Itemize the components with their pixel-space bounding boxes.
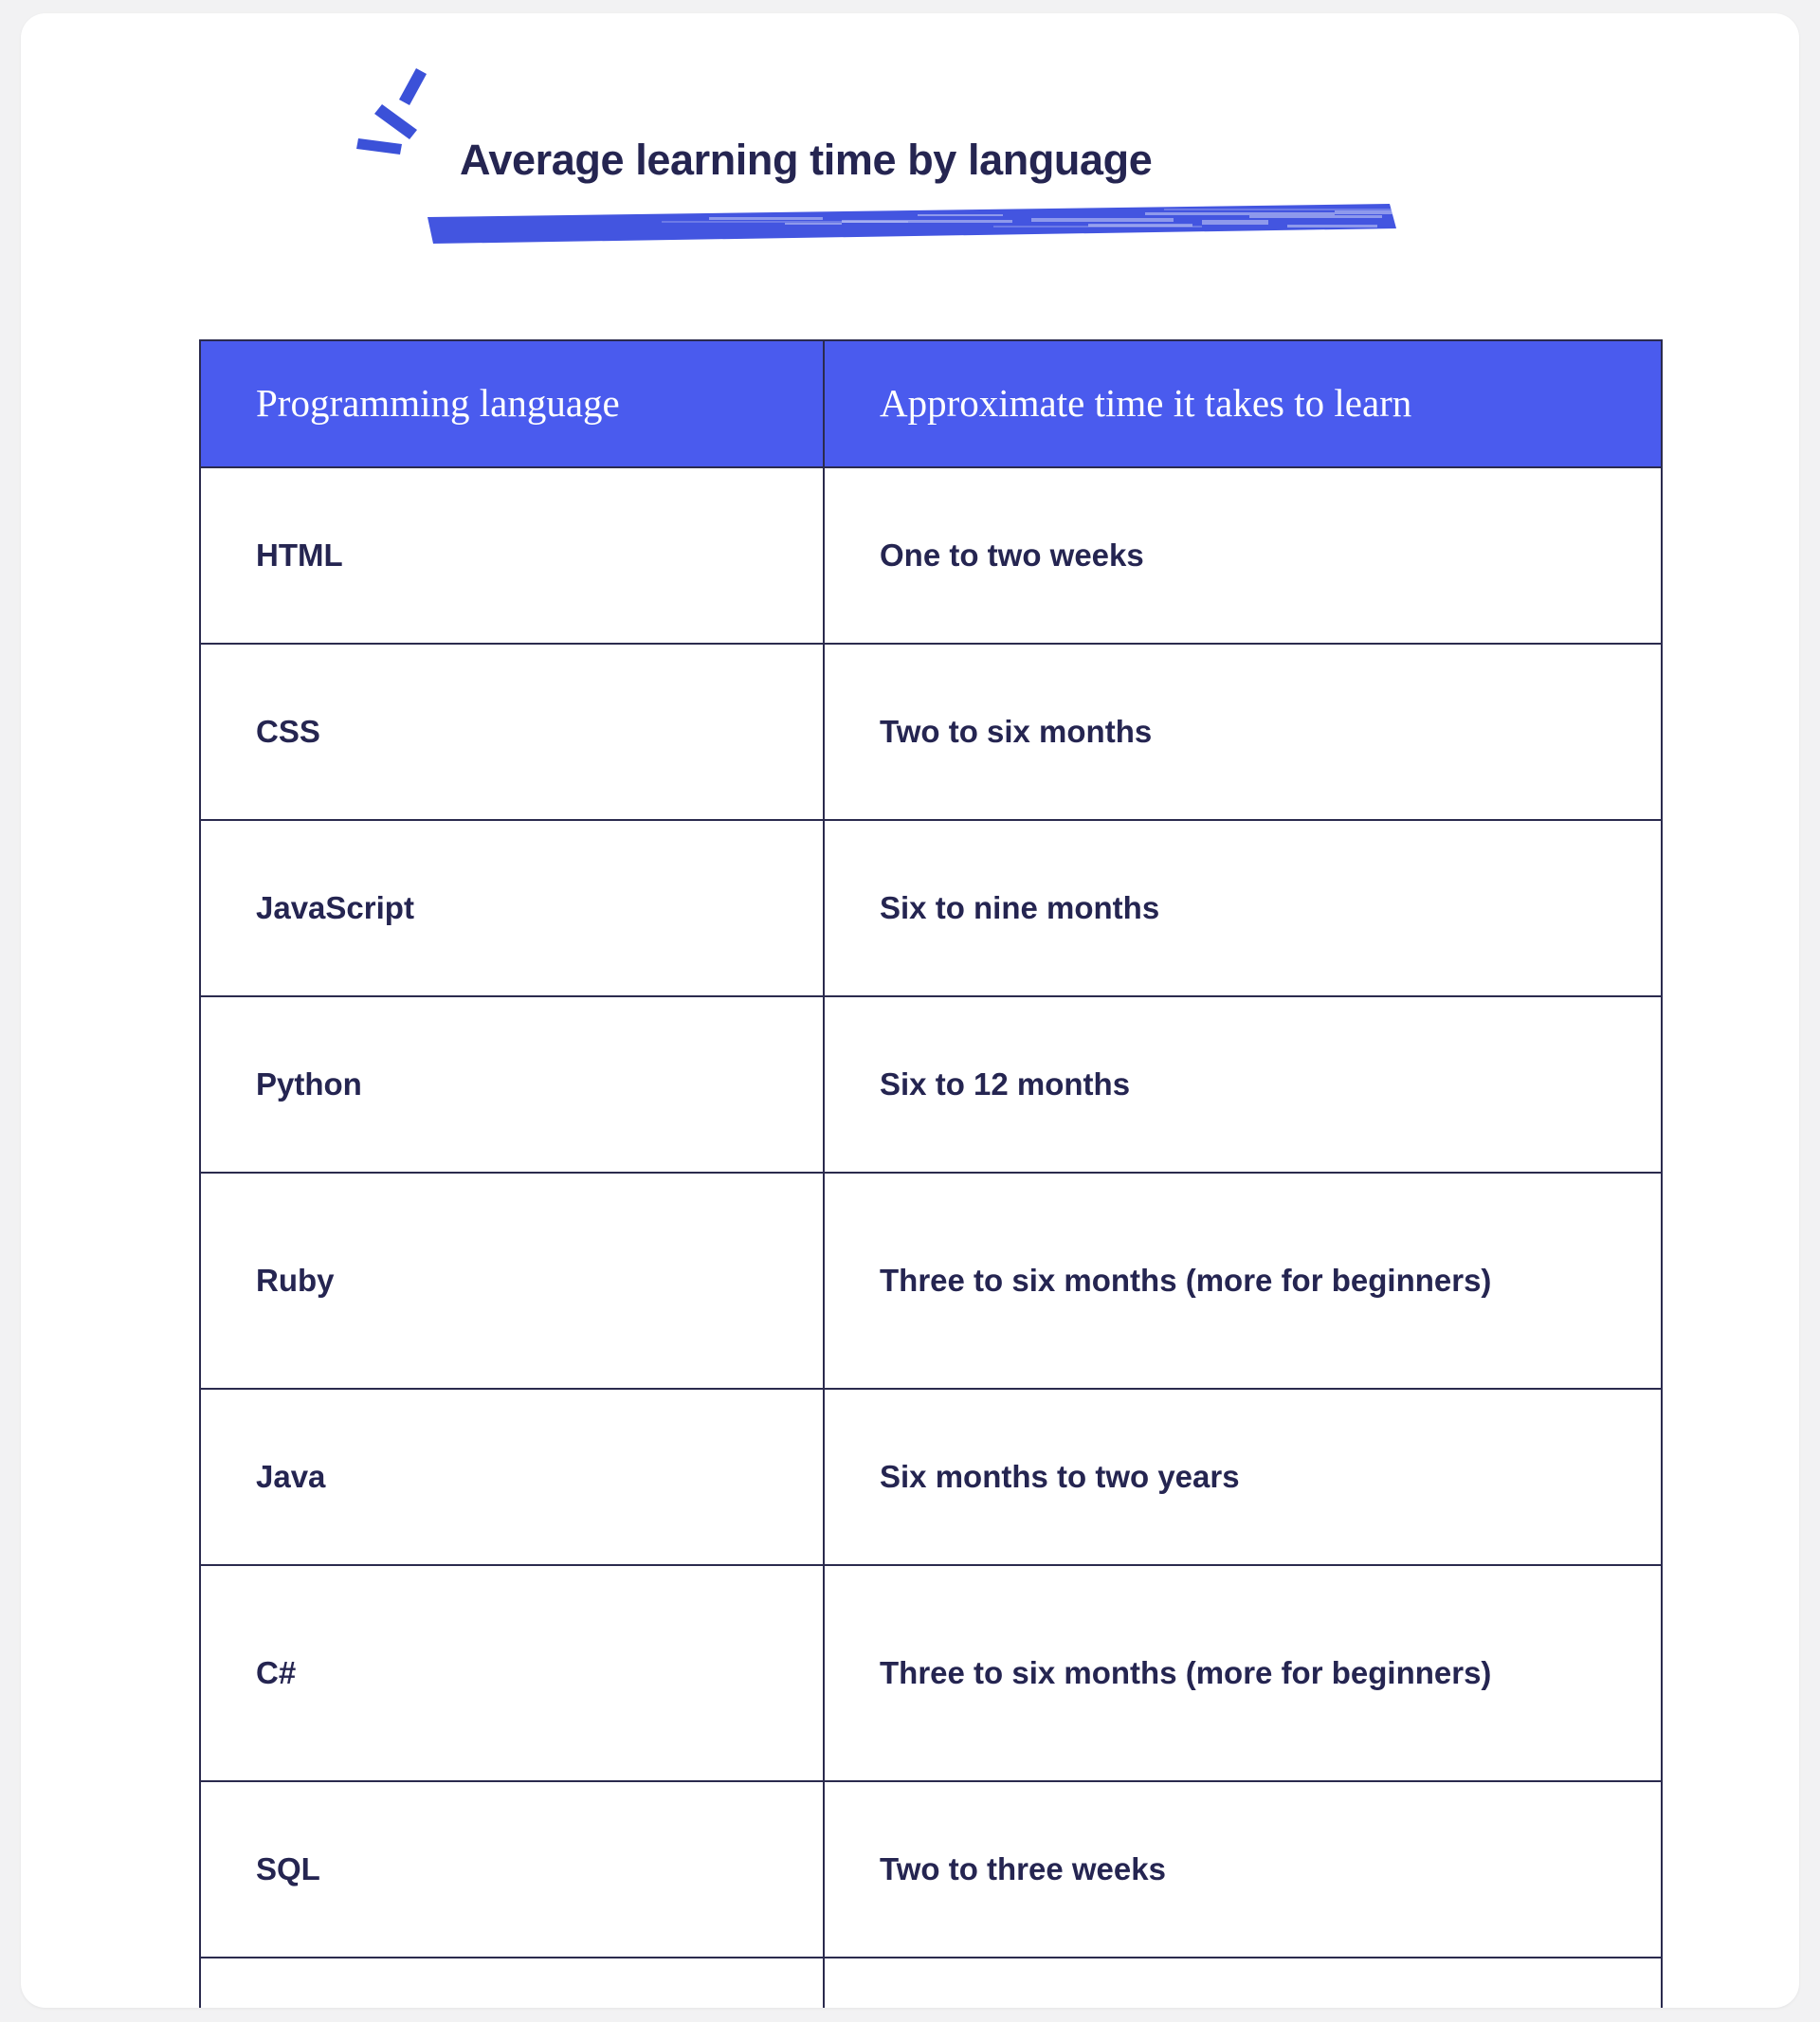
cell-time: Three to six months (more for beginners) xyxy=(823,1564,1663,1782)
cell-time: Two to three months xyxy=(823,1957,1663,2008)
table-row: C# Three to six months (more for beginne… xyxy=(199,1564,1663,1782)
table-row: Python Six to 12 months xyxy=(199,995,1663,1174)
cell-language: Java xyxy=(199,1388,825,1566)
cell-language: CSS xyxy=(199,643,825,821)
cell-time: Two to three weeks xyxy=(823,1780,1663,1958)
page-title: Average learning time by language xyxy=(460,136,1153,184)
cell-language: Golang xyxy=(199,1957,825,2008)
table-body: HTML One to two weeks CSS Two to six mon… xyxy=(199,466,1663,2008)
cell-time: Three to six months (more for beginners) xyxy=(823,1172,1663,1390)
table-header: Programming language Approximate time it… xyxy=(199,339,1663,468)
cell-time: One to two weeks xyxy=(823,466,1663,645)
table-row: Ruby Three to six months (more for begin… xyxy=(199,1172,1663,1390)
table-row: SQL Two to three weeks xyxy=(199,1780,1663,1958)
cell-language: C# xyxy=(199,1564,825,1782)
table-header-row: Programming language Approximate time it… xyxy=(199,339,1663,468)
cell-language: JavaScript xyxy=(199,819,825,997)
cell-time: Six to 12 months xyxy=(823,995,1663,1174)
cell-language: HTML xyxy=(199,466,825,645)
cell-language: Ruby xyxy=(199,1172,825,1390)
sparkle-burst-icon xyxy=(356,68,427,155)
table-row: JavaScript Six to nine months xyxy=(199,819,1663,997)
page-card: Average learning time by language Progra… xyxy=(21,13,1799,2008)
table-row: HTML One to two weeks xyxy=(199,466,1663,645)
learning-time-table: Programming language Approximate time it… xyxy=(199,339,1663,2008)
cell-language: SQL xyxy=(199,1780,825,1958)
column-header-language: Programming language xyxy=(199,339,825,468)
table-row: Java Six months to two years xyxy=(199,1388,1663,1566)
table-row: CSS Two to six months xyxy=(199,643,1663,821)
cell-time: Two to six months xyxy=(823,643,1663,821)
table-row: Golang Two to three months xyxy=(199,1957,1663,2008)
cell-time: Six months to two years xyxy=(823,1388,1663,1566)
column-header-time: Approximate time it takes to learn xyxy=(823,339,1663,468)
cell-language: Python xyxy=(199,995,825,1174)
brush-stroke-underline xyxy=(428,204,1396,244)
title-block: Average learning time by language xyxy=(334,61,1396,250)
cell-time: Six to nine months xyxy=(823,819,1663,997)
